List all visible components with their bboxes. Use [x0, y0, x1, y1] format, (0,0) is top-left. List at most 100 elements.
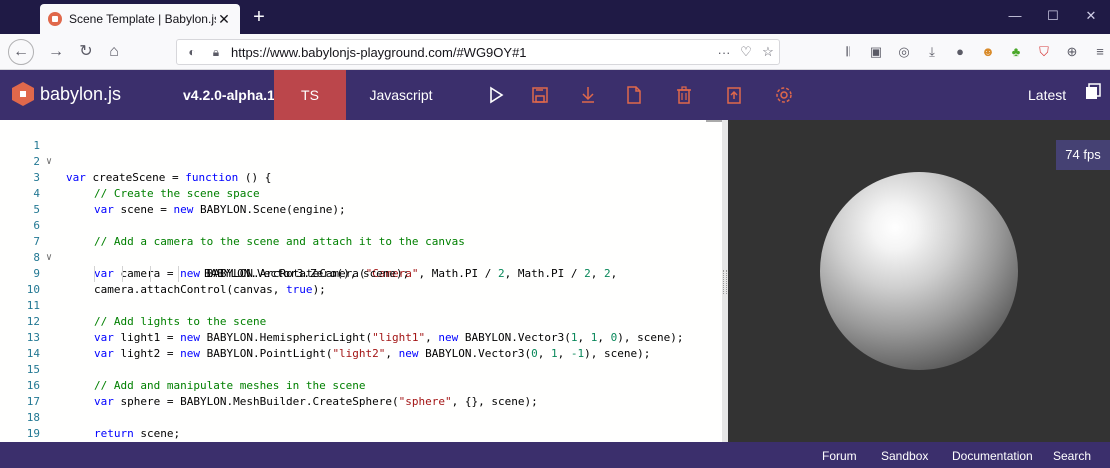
code-line[interactable]: 1 ∨ var createScene = function () { — [0, 122, 271, 184]
code-token: , {}, scene); — [451, 395, 538, 408]
close-tab-icon[interactable]: ✕ — [216, 11, 232, 28]
code-number: 0 — [531, 347, 538, 360]
footer-link-sandbox[interactable]: Sandbox — [881, 449, 928, 463]
code-line[interactable]: 2 — [0, 138, 40, 168]
latest-version-label[interactable]: Latest — [1028, 87, 1066, 103]
code-line[interactable]: 10 — [0, 266, 40, 296]
code-line[interactable]: 17 — [0, 378, 40, 408]
home-button[interactable]: ⌂ — [102, 40, 126, 64]
browser-tab[interactable]: Scene Template | Babylon.js Pla ✕ — [40, 4, 240, 34]
fold-chevron-icon[interactable]: ∨ — [46, 154, 52, 170]
download-icon[interactable]: ⤓ — [920, 40, 944, 64]
monkey-icon[interactable]: ☻ — [976, 40, 1000, 64]
footer-link-search[interactable]: Search — [1053, 449, 1091, 463]
code-token: camera.attachControl(canvas, — [94, 283, 287, 296]
page-actions-icon[interactable]: ··· — [713, 45, 735, 60]
puzzle-icon[interactable]: ♣ — [1004, 40, 1028, 64]
bookmark-star-icon[interactable]: ☆ — [757, 44, 779, 60]
menu-icon[interactable]: ≡ — [1088, 40, 1110, 64]
account-icon[interactable]: ◎ — [892, 40, 916, 64]
code-token: , — [590, 267, 605, 280]
code-line[interactable]: 12 var light1 = new BABYLON.HemisphericL… — [0, 298, 684, 344]
javascript-button[interactable]: Javascript — [346, 70, 456, 120]
back-button[interactable]: ← — [8, 39, 34, 65]
code-line[interactable]: 8 BABYLON.Vector3.Zero(), scene); — [0, 234, 409, 282]
code-token: true — [286, 283, 313, 296]
code-line[interactable]: 3 // Create the scene space — [0, 154, 259, 200]
code-token: BABYLON.PointLight( — [199, 347, 333, 360]
url-text[interactable]: https://www.babylonjs-playground.com/#WG… — [231, 45, 713, 60]
footer-link-forum[interactable]: Forum — [822, 449, 857, 463]
reload-button[interactable]: ↻ — [74, 40, 98, 64]
run-icon[interactable] — [484, 83, 508, 107]
logo-text: babylon.js — [40, 83, 122, 104]
address-bar[interactable]: ◐ 🔒︎ https://www.babylonjs-playground.co… — [176, 39, 780, 65]
code-token: () { — [238, 171, 272, 184]
code-line[interactable]: 15 // Add and manipulate meshes in the s… — [0, 346, 366, 392]
indent-guide — [178, 266, 204, 282]
code-string: "light2" — [332, 347, 386, 360]
render-canvas[interactable]: 74 fps — [728, 120, 1110, 442]
code-comment: // Add lights to the scene — [94, 315, 267, 328]
code-token: , Math.PI / — [418, 267, 499, 280]
code-line[interactable]: 18 return scene; — [0, 394, 180, 440]
settings-gear-icon[interactable] — [772, 83, 796, 107]
code-token: sphere = BABYLON.MeshBuilder.CreateSpher… — [113, 395, 399, 408]
close-window-button[interactable]: ✕ — [1078, 8, 1104, 24]
lock-icon[interactable]: 🔒︎ — [207, 45, 225, 60]
version-selector[interactable]: v4.2.0-alpha.17 — [183, 87, 283, 103]
fold-chevron-icon[interactable]: ∨ — [46, 250, 52, 266]
maximize-button[interactable]: ☐ — [1040, 8, 1066, 24]
clear-trash-icon[interactable] — [672, 83, 696, 107]
download-icon[interactable] — [576, 83, 600, 107]
code-token: , — [610, 267, 618, 280]
code-line[interactable]: 16 var sphere = BABYLON.MeshBuilder.Crea… — [0, 362, 538, 408]
indent-guide — [150, 266, 178, 282]
globe-icon[interactable]: ⊕ — [1060, 40, 1084, 64]
footer-link-documentation[interactable]: Documentation — [952, 449, 1033, 463]
code-number: -1 — [570, 347, 585, 360]
code-token: BABYLON.Vector3.Zero(), scene); — [204, 267, 410, 280]
code-editor[interactable]: 1 ∨ var createScene = function () { 2 3 … — [0, 120, 722, 442]
save-icon[interactable] — [528, 83, 552, 107]
code-line[interactable]: 13 var light2 = new BABYLON.PointLight("… — [0, 314, 651, 360]
code-comment: // Create the scene space — [94, 187, 260, 200]
code-token: , — [577, 331, 591, 344]
babylon-logo[interactable]: babylon.js — [12, 82, 121, 106]
new-tab-button[interactable]: + — [248, 6, 270, 28]
editor-scroll-indicator[interactable] — [706, 120, 722, 122]
code-token: , Math.PI / — [504, 267, 585, 280]
toolbar-icons: 𝄃 ▣ ◎ ⤓ ● ☻ ♣ ⛉ ⊕ ≡ — [836, 40, 1110, 64]
code-token: light2 = — [113, 347, 181, 360]
code-number: 2 — [584, 267, 591, 280]
code-token: , — [425, 331, 439, 344]
code-token: var — [94, 347, 114, 360]
pocket-icon[interactable]: ♡ — [735, 44, 757, 60]
code-line[interactable]: 19 }; — [0, 410, 40, 440]
library-icon[interactable]: 𝄃 — [836, 40, 860, 64]
code-token: ), scene); — [584, 347, 651, 360]
line-number: 19 — [26, 427, 40, 440]
code-line[interactable]: 5 — [0, 186, 40, 216]
splitter-grip-icon[interactable] — [723, 270, 727, 294]
indent-guide — [122, 266, 150, 282]
extension-icon[interactable]: ● — [948, 40, 972, 64]
tracking-shield-icon[interactable]: ◐ — [183, 45, 201, 59]
typescript-button[interactable]: TS — [274, 70, 346, 120]
code-line[interactable]: 6 // Add a camera to the scene and attac… — [0, 202, 465, 248]
code-token: BABYLON.Vector3( — [458, 331, 571, 344]
examples-icon[interactable] — [722, 83, 746, 107]
code-token: ), scene); — [617, 331, 684, 344]
sidebar-icon[interactable]: ▣ — [864, 40, 888, 64]
copy-icon[interactable] — [1084, 83, 1102, 101]
forward-button[interactable]: → — [44, 40, 68, 64]
code-line[interactable]: 4 var scene = new BABYLON.Scene(engine); — [0, 170, 345, 216]
code-line[interactable]: 14 — [0, 330, 40, 360]
code-token: var — [94, 203, 114, 216]
code-line[interactable]: 11 // Add lights to the scene — [0, 282, 266, 328]
shield-icon[interactable]: ⛉ — [1032, 40, 1056, 64]
code-line[interactable]: 7 ∨ var camera = new BABYLON.ArcRotateCa… — [0, 218, 617, 280]
minimize-button[interactable]: — — [1002, 8, 1028, 23]
new-file-icon[interactable] — [622, 83, 646, 107]
code-line[interactable]: 9 camera.attachControl(canvas, true); — [0, 250, 325, 296]
